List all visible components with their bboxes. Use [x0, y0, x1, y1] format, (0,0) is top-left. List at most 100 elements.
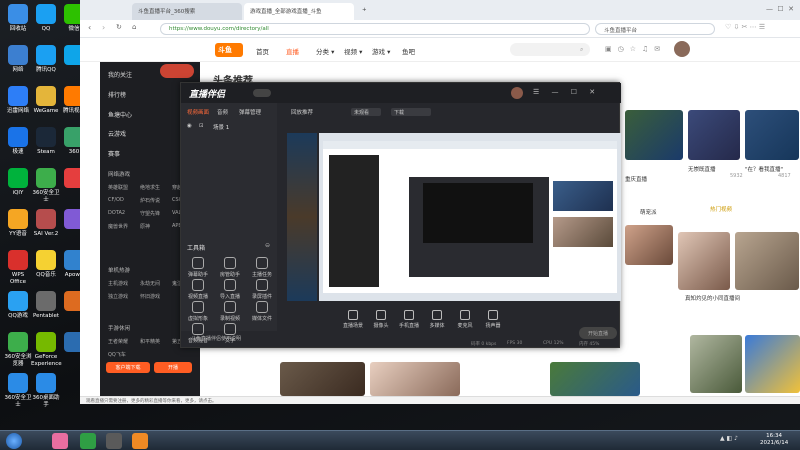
- sidebar-item-rank[interactable]: 排行榜: [108, 90, 126, 99]
- stream-thumbnail[interactable]: [625, 225, 673, 265]
- yy-icon[interactable]: YY语音: [3, 209, 33, 238]
- sidebar-game-link[interactable]: 永劫无间: [140, 280, 160, 287]
- nav-home[interactable]: 首页: [256, 46, 269, 56]
- iqiyi-icon[interactable]: iQIY: [3, 168, 33, 197]
- home-icon[interactable]: ⌂: [132, 23, 136, 31]
- geforce-icon[interactable]: GeForce Experience: [31, 332, 62, 368]
- qq-icon[interactable]: QQ: [31, 4, 61, 33]
- browser-icon[interactable]: 极速: [3, 127, 33, 156]
- sidebar-item-esports[interactable]: 赛事: [108, 149, 120, 158]
- douyu-logo[interactable]: 斗鱼: [215, 43, 243, 57]
- new-tab-button[interactable]: +: [356, 3, 370, 20]
- back-icon[interactable]: ‹: [88, 23, 91, 32]
- nav-video[interactable]: 视频 ▾: [344, 46, 362, 56]
- download-client-button[interactable]: 客户端下载: [106, 362, 150, 373]
- refresh-icon[interactable]: ↻: [116, 23, 122, 31]
- sidebar-game-link[interactable]: 王者荣耀: [108, 338, 128, 345]
- recycle-bin-icon[interactable]: 回收站: [3, 4, 33, 33]
- app-window-controls[interactable]: ☰ — ☐ ✕: [533, 88, 600, 96]
- steam-icon[interactable]: Steam: [31, 127, 61, 156]
- search-icon[interactable]: ⌕: [580, 46, 583, 54]
- sidebar-game-link[interactable]: 原神: [140, 223, 150, 230]
- wps-icon[interactable]: WPS Office: [3, 250, 33, 286]
- sidebar-game-link[interactable]: 守望先锋: [140, 210, 160, 217]
- scene-label[interactable]: 场景 1: [213, 123, 229, 131]
- tool-button[interactable]: 虚拟形象: [183, 301, 213, 322]
- section-label[interactable]: 重庆直播: [625, 175, 647, 183]
- sai-icon[interactable]: SAI Ver.2: [31, 209, 61, 238]
- url-field[interactable]: https://www.douyu.com/directory/all: [160, 23, 590, 35]
- control-button[interactable]: 直播场景: [339, 310, 367, 329]
- tool-button[interactable]: 视频直播: [183, 279, 213, 300]
- taskbar-app[interactable]: [132, 433, 148, 449]
- sidebar-game-link[interactable]: 独立游戏: [108, 293, 128, 300]
- sidebar-game-link[interactable]: 绝地求生: [140, 184, 160, 191]
- tool-button[interactable]: 媒体文件: [247, 301, 277, 322]
- toolbar-icons[interactable]: ♡ ⇩ ✂ ⋯ ☰: [725, 23, 765, 31]
- stream-thumbnail[interactable]: [735, 232, 799, 290]
- tab-video[interactable]: 视频画面: [187, 108, 209, 116]
- site-search-input[interactable]: [510, 43, 590, 56]
- preview-canvas[interactable]: [319, 133, 621, 301]
- taskbar-app[interactable]: [80, 433, 96, 449]
- control-button[interactable]: 多媒体: [423, 310, 451, 329]
- wegame-icon[interactable]: WeGame: [31, 86, 61, 115]
- sidebar-item-cloudgame[interactable]: 云游戏: [108, 129, 126, 138]
- sidebar-game-link[interactable]: 魔兽世界: [108, 223, 128, 230]
- stream-thumbnail[interactable]: [745, 110, 799, 160]
- tray-icons[interactable]: ▲ ◧ ♪: [720, 435, 738, 442]
- taskbar-app[interactable]: [52, 433, 68, 449]
- sidebar-game-link[interactable]: 炉石传说: [140, 197, 160, 204]
- panel-dropdown[interactable]: 未观看: [351, 108, 381, 116]
- pentablet-icon[interactable]: Pentablet: [31, 291, 61, 320]
- tool-button[interactable]: 房管助手: [215, 257, 245, 278]
- browser-search-field[interactable]: 斗鱼直播平台: [595, 23, 715, 35]
- stream-title[interactable]: 真知灼见的小同直播间: [685, 294, 740, 302]
- tab-douyu[interactable]: 游戏直播_全部游戏直播_斗鱼: [244, 3, 354, 20]
- start-button[interactable]: [6, 433, 22, 449]
- sidebar-game-link[interactable]: 和平精英: [140, 338, 160, 345]
- control-button[interactable]: 扬声器: [479, 310, 507, 329]
- stream-thumbnail[interactable]: [678, 232, 730, 290]
- stream-thumbnail[interactable]: [370, 362, 460, 396]
- sidebar-item-pond[interactable]: 鱼塘中心: [108, 110, 132, 119]
- 360-guard-icon[interactable]: 360安全卫士: [31, 168, 61, 204]
- xunlei-icon[interactable]: 迅雷网络: [3, 86, 33, 115]
- panel-dropdown[interactable]: 下载: [391, 108, 431, 116]
- sidebar-game-link[interactable]: QQ飞车: [108, 351, 126, 358]
- 360-safe-icon[interactable]: 360安全卫士: [3, 373, 33, 409]
- control-button[interactable]: 麦克风: [451, 310, 479, 329]
- tab-danmu[interactable]: 弹幕管理: [239, 108, 261, 116]
- eye-icon[interactable]: ◉: [187, 123, 192, 129]
- forward-icon[interactable]: ›: [102, 23, 105, 32]
- 360-browser-icon[interactable]: 360安全浏览器: [3, 332, 33, 368]
- stream-thumbnail[interactable]: [625, 110, 683, 160]
- stream-title[interactable]: 无崇既直播: [688, 165, 716, 173]
- app-notice[interactable]: 斗鱼直播伴侣使用说明: [191, 335, 241, 342]
- sidebar-item-follow[interactable]: 我的关注: [108, 70, 132, 79]
- tab-audio[interactable]: 音频: [217, 108, 228, 116]
- start-stream-button[interactable]: 开播: [154, 362, 192, 373]
- taskbar-app[interactable]: [106, 433, 122, 449]
- section-label[interactable]: 萌宠派: [640, 208, 657, 216]
- header-icons[interactable]: ▣◷☆♫✉: [605, 45, 666, 53]
- control-button[interactable]: 摄像头: [367, 310, 395, 329]
- qqmusic-icon[interactable]: QQ音乐: [31, 250, 61, 279]
- hot-label[interactable]: 热门视频: [710, 205, 732, 213]
- 360-desktop-icon[interactable]: 360桌面助手: [31, 373, 61, 409]
- sidebar-game-link[interactable]: DOTA2: [108, 210, 125, 216]
- tool-button[interactable]: 录制视频: [215, 301, 245, 322]
- panel-label[interactable]: 回放推荐: [291, 108, 313, 116]
- nav-live[interactable]: 直播: [286, 46, 299, 56]
- stream-thumbnail[interactable]: [550, 362, 640, 396]
- toolbox-collapse-icon[interactable]: ⊖: [265, 242, 270, 249]
- nav-category[interactable]: 分类 ▾: [316, 46, 334, 56]
- start-live-button[interactable]: 开始直播: [579, 327, 617, 339]
- stream-thumbnail[interactable]: [745, 335, 800, 393]
- nav-yuba[interactable]: 鱼吧: [402, 46, 415, 56]
- sidebar-game-link[interactable]: 主机游戏: [108, 280, 128, 287]
- qqgame-icon[interactable]: QQ游戏: [3, 291, 33, 320]
- sidebar-game-link[interactable]: 英雄联盟: [108, 184, 128, 191]
- stream-thumbnail[interactable]: [688, 110, 740, 160]
- tencent-qq-icon[interactable]: 腾讯QQ: [31, 45, 61, 74]
